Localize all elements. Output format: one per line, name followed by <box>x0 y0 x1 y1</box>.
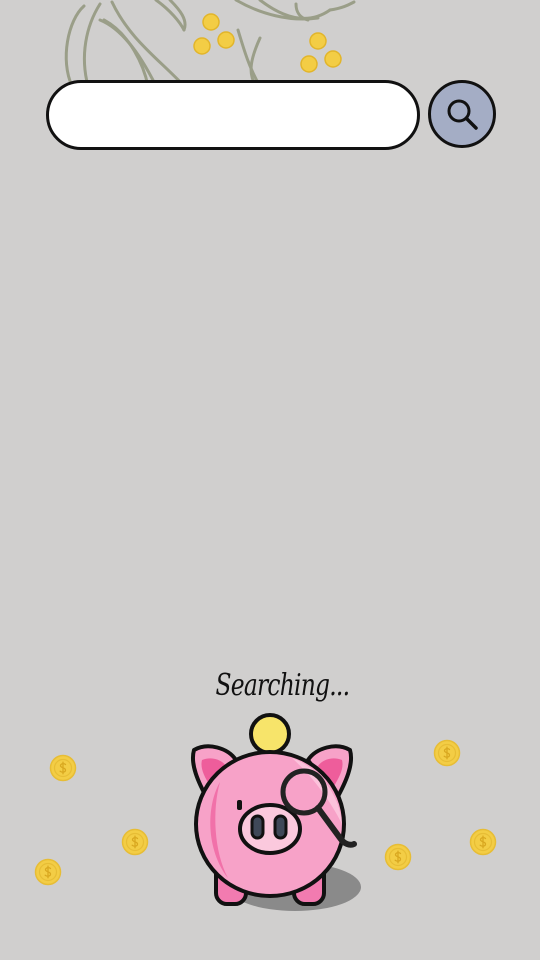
search-icon <box>447 99 478 130</box>
coin-icon <box>121 828 149 856</box>
coin-icon <box>433 739 461 767</box>
status-text: Searching... <box>215 668 350 703</box>
leaf-decoration-icon <box>64 0 356 88</box>
search-input[interactable] <box>46 80 420 150</box>
coin-icon <box>469 828 497 856</box>
search-button[interactable] <box>428 80 496 148</box>
coin-icon <box>34 858 62 886</box>
piggy-bank-icon <box>191 713 361 911</box>
coin-icon <box>384 843 412 871</box>
coin-icon <box>49 754 77 782</box>
